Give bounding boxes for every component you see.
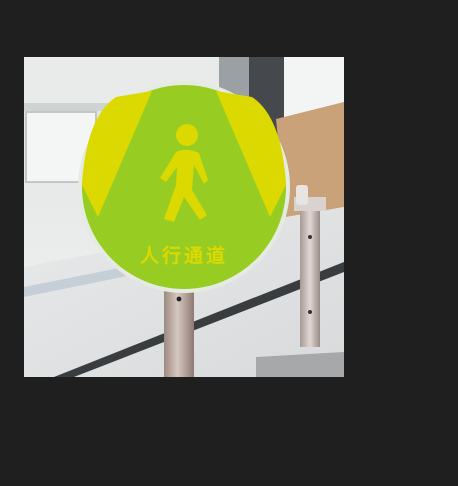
- pole-screw: [176, 296, 182, 302]
- right-post: [300, 197, 320, 347]
- right-post-knob: [296, 185, 308, 205]
- photo: 人行通道: [24, 57, 344, 377]
- sign-label: 人行通道: [140, 244, 228, 267]
- right-post-screw-lower: [308, 310, 312, 314]
- pedestrian-sign: 人行通道: [78, 81, 290, 293]
- right-post-screw: [308, 235, 312, 239]
- photo-scene: 人行通道: [24, 57, 344, 377]
- sign-pole: [164, 282, 194, 377]
